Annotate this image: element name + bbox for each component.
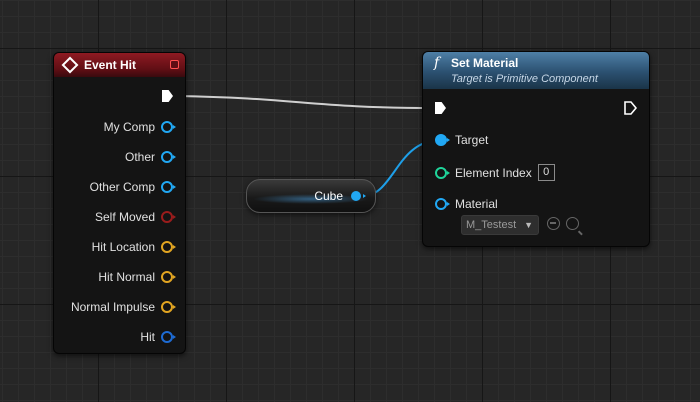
set-material-title: Set Material [451,56,519,70]
struct-pin[interactable] [161,301,176,313]
element-index-label: Element Index [455,165,532,180]
event-diamond-icon [61,56,79,74]
event-hit-header[interactable]: Event Hit [54,53,185,77]
pin-row-element-index: Element Index 0 [435,164,555,181]
struct-pin[interactable] [161,271,176,283]
element-index-input[interactable]: 0 [537,164,555,181]
exec-output-pin-hollow[interactable] [624,101,637,115]
pin-row-hit-normal: Hit Normal [98,270,176,284]
exec-output-pin[interactable] [162,90,173,102]
object-pin[interactable] [161,181,176,193]
browse-search-icon[interactable] [566,217,579,230]
object-pin[interactable] [161,151,176,163]
pin-label: Hit [140,330,155,344]
event-hit-node[interactable]: Event Hit My Comp Other Other Comp Self … [53,52,186,354]
element-index-pin[interactable] [435,166,450,179]
set-material-header[interactable]: f Set Material Target is Primitive Compo… [423,52,649,89]
chevron-down-icon: ▼ [524,220,533,230]
bool-pin[interactable] [161,211,176,223]
exec-output-row [162,90,173,102]
pin-row-hit: Hit [140,330,176,344]
exec-input-row [435,102,446,114]
use-selected-asset-icon[interactable] [547,217,560,230]
target-pin[interactable] [435,134,450,146]
cube-output-pin[interactable] [351,191,366,201]
pin-row-hit-location: Hit Location [91,240,176,254]
exec-wire[interactable] [175,95,437,109]
pin-label: Other [124,150,155,164]
pin-label: Hit Normal [98,270,155,284]
pin-label: Normal Impulse [70,300,155,314]
hit-result-pin[interactable] [161,331,176,343]
cube-label: Cube [314,189,343,203]
pin-label: Self Moved [94,210,155,224]
cube-variable-node[interactable]: Cube [246,179,376,213]
set-material-node[interactable]: f Set Material Target is Primitive Compo… [422,51,650,247]
pin-row-other: Other [124,150,176,164]
pin-row-self-moved: Self Moved [94,210,176,224]
pin-label: My Comp [103,120,155,134]
material-label: Material [455,197,498,211]
pin-row-material: Material [435,197,498,211]
material-asset-select[interactable]: M_Testest ▼ [461,215,539,235]
delegate-icon[interactable] [170,60,179,69]
event-hit-title: Event Hit [84,58,137,72]
pin-row-my-comp: My Comp [103,120,176,134]
object-pin[interactable] [161,121,176,133]
function-icon: f [434,55,440,71]
set-material-subtitle: Target is Primitive Component [451,73,598,85]
pin-row-other-comp: Other Comp [89,180,176,194]
struct-pin[interactable] [161,241,176,253]
pin-label: Hit Location [91,240,155,254]
pin-label: Other Comp [89,180,155,194]
exec-input-pin[interactable] [435,102,446,114]
target-label: Target [455,133,489,147]
pin-row-target: Target [435,133,488,147]
pin-row-normal-impulse: Normal Impulse [70,300,176,314]
material-asset-value: M_Testest [466,219,517,231]
material-pin[interactable] [435,198,450,210]
